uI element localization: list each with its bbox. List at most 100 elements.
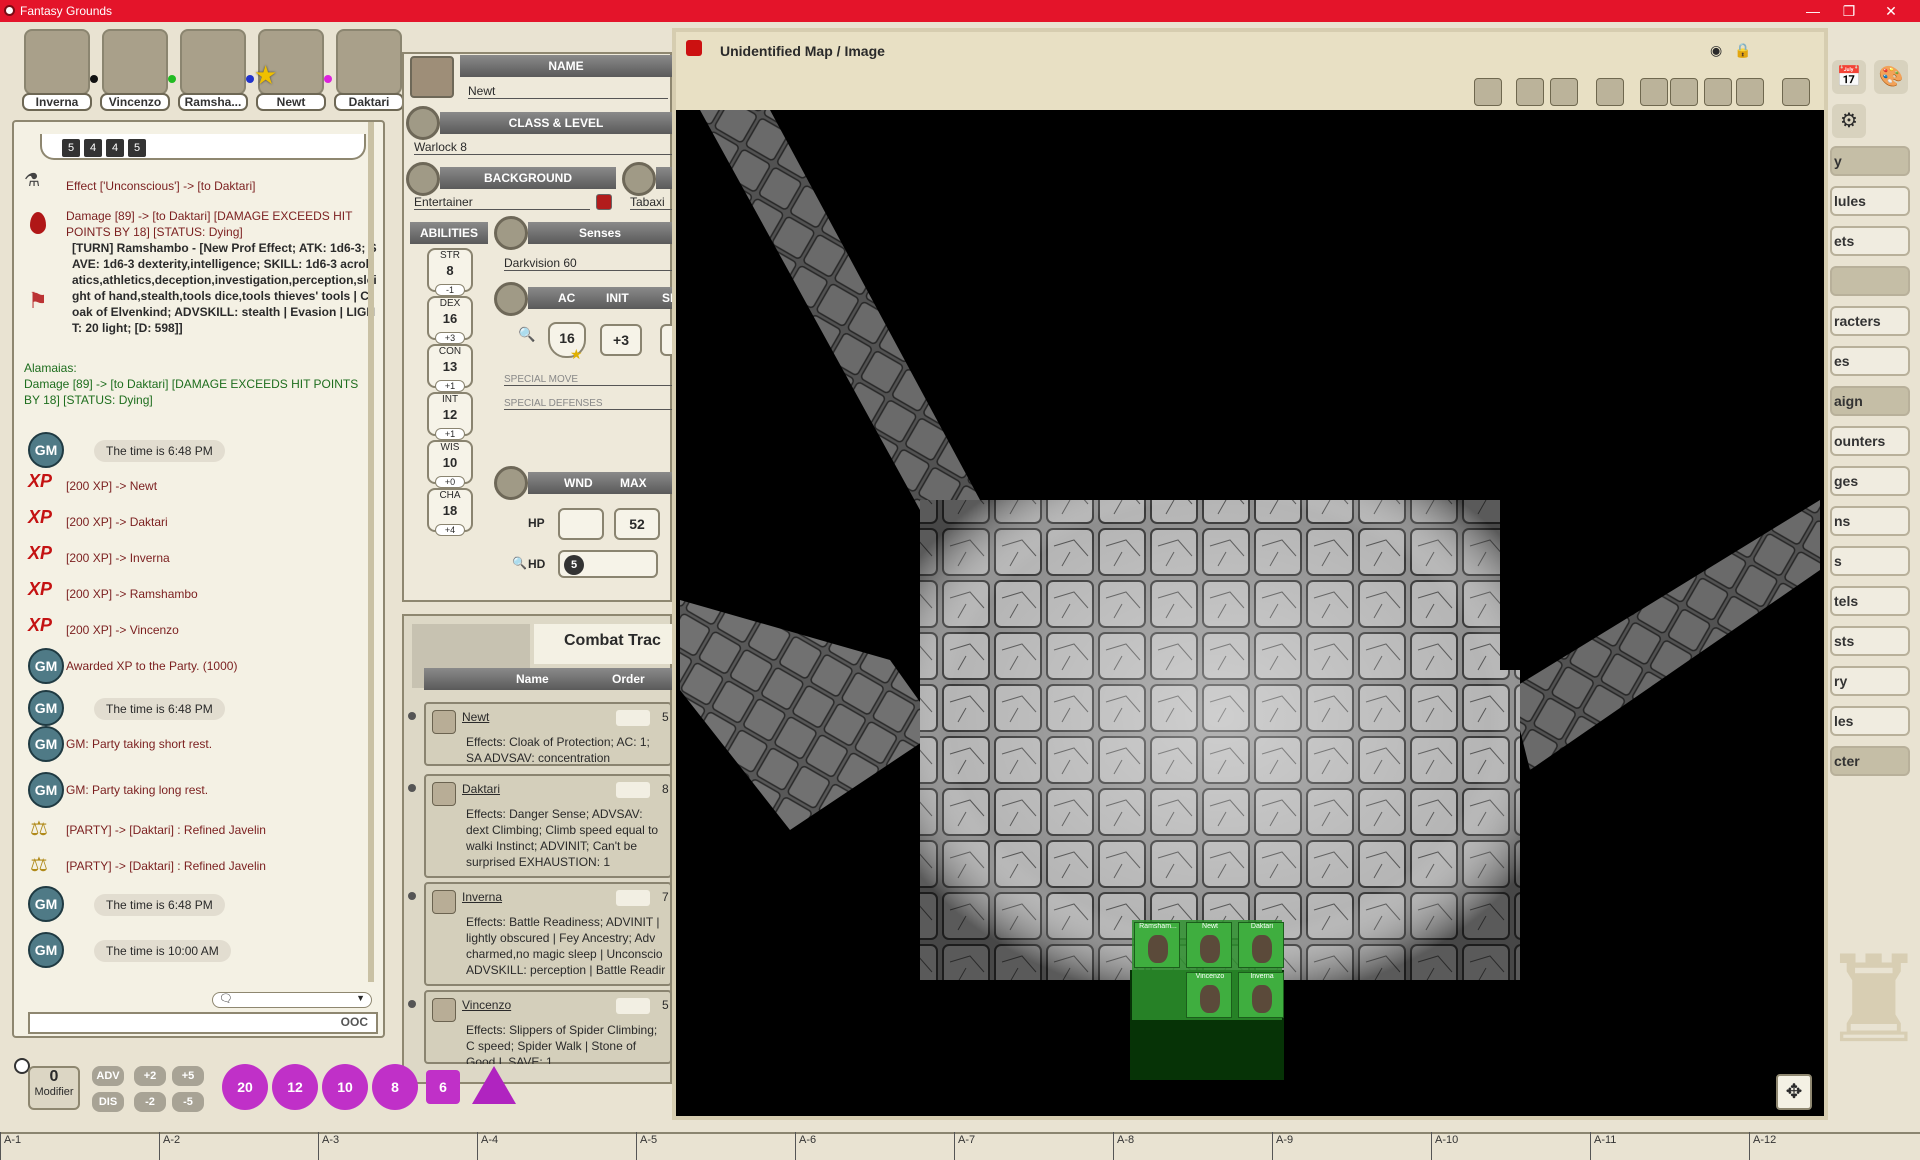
sidebar-item-5[interactable]: racters (1830, 306, 1910, 336)
lock-icon[interactable]: 🔒 (1734, 42, 1751, 59)
row-active-indicator[interactable] (408, 892, 416, 900)
chat-input[interactable]: OOC (28, 1012, 378, 1034)
token-4[interactable]: Vincenzo (1186, 972, 1232, 1018)
background-field[interactable]: Entertainer (414, 195, 590, 210)
initiative-field[interactable]: +3 (600, 324, 642, 356)
d4-die[interactable] (472, 1066, 516, 1104)
portrait-image[interactable] (180, 29, 246, 95)
sidebar-item-14[interactable]: ry (1830, 666, 1910, 696)
combatant-token[interactable] (432, 890, 456, 914)
character-portrait[interactable] (410, 56, 454, 98)
initiative-order[interactable] (616, 782, 650, 798)
portrait-3[interactable]: Ramsha... (178, 29, 254, 111)
sidebar-item-13[interactable]: sts (1830, 626, 1910, 656)
sidebar-item-1[interactable]: y (1830, 146, 1910, 176)
ability-str[interactable]: STR 8 -1 (427, 248, 473, 296)
portrait-image[interactable] (102, 29, 168, 95)
speed-field[interactable] (660, 324, 672, 356)
eraser-icon[interactable] (1550, 78, 1578, 106)
class-level-field[interactable]: Warlock 8 (414, 140, 672, 155)
combatant-name[interactable]: Daktari (462, 782, 500, 796)
modifier-button[interactable]: -5 (172, 1092, 204, 1112)
ability-cha[interactable]: CHA 18 +4 (427, 488, 473, 536)
hit-dice-field[interactable]: 5 (558, 550, 658, 578)
initiative-order[interactable] (616, 710, 650, 726)
combatant-token[interactable] (432, 782, 456, 806)
d12-die[interactable]: 12 (272, 1064, 318, 1110)
row-active-indicator[interactable] (408, 1000, 416, 1008)
d20-die[interactable]: 20 (222, 1064, 268, 1110)
chat-mode-dropdown[interactable]: 🗨 ▼ (212, 992, 372, 1008)
combatant-token[interactable] (432, 998, 456, 1022)
ooc-toggle[interactable]: OOC (341, 1015, 368, 1029)
hit-dice-count[interactable]: 5 (564, 555, 584, 575)
race-field[interactable]: Tabaxi (630, 195, 672, 210)
target-icon[interactable] (1640, 78, 1668, 106)
sidebar-item-11[interactable]: s (1830, 546, 1910, 576)
token-3[interactable]: Daktari (1238, 922, 1284, 968)
map-center-button[interactable]: ✥ (1776, 1074, 1812, 1110)
pencil-icon[interactable] (1516, 78, 1544, 106)
token-5[interactable]: Inverna (1238, 972, 1284, 1018)
sidebar-item-10[interactable]: ns (1830, 506, 1910, 536)
restore-button[interactable]: ❐ (1836, 2, 1862, 20)
combatant-row[interactable]: Vincenzo 5 Effects: Slippers of Spider Cli… (424, 990, 672, 1064)
modifier-button[interactable]: DIS (92, 1092, 124, 1112)
portrait-1[interactable]: Inverna (22, 29, 98, 111)
close-button[interactable]: ✕ (1878, 2, 1904, 20)
flag-icon[interactable] (1704, 78, 1732, 106)
token-1[interactable]: Ramsham... (1134, 922, 1180, 968)
d6-die[interactable]: 6 (426, 1070, 460, 1104)
special-defenses-field[interactable]: SPECIAL DEFENSES (504, 398, 672, 410)
ability-dex[interactable]: DEX 16 +3 (427, 296, 473, 344)
pin-icon[interactable] (1782, 78, 1810, 106)
minimize-button[interactable]: — (1800, 2, 1826, 20)
portrait-5[interactable]: Daktari (334, 29, 404, 111)
background-record-icon[interactable] (596, 194, 612, 210)
calendar-icon[interactable]: 📅 (1832, 60, 1866, 94)
settings-gear-icon[interactable]: ⚙ (1832, 104, 1866, 138)
combatant-name[interactable]: Inverna (462, 890, 502, 904)
palette-icon[interactable]: 🎨 (1874, 60, 1908, 94)
senses-field[interactable]: Darkvision 60 (504, 256, 672, 271)
fullscreen-icon[interactable] (1474, 78, 1502, 106)
sidebar-item-2[interactable]: lules (1830, 186, 1910, 216)
special-move-field[interactable]: SPECIAL MOVE (504, 374, 672, 386)
portrait-image[interactable] (336, 29, 402, 95)
row-active-indicator[interactable] (408, 712, 416, 720)
class-link-icon[interactable] (406, 106, 440, 140)
modifier-box[interactable]: 0 Modifier (28, 1066, 80, 1110)
combatant-row[interactable]: Newt 5 Effects: Cloak of Protection; AC: 1… (424, 702, 672, 766)
sidebar-item-15[interactable]: les (1830, 706, 1910, 736)
sidebar-item-3[interactable]: ets (1830, 226, 1910, 256)
combatant-name[interactable]: Newt (462, 710, 489, 724)
sidebar-item-8[interactable]: ounters (1830, 426, 1910, 456)
combatant-row[interactable]: Daktari 8 Effects: Danger Sense; ADVSAV: d… (424, 774, 672, 878)
modifier-button[interactable]: ADV (92, 1066, 124, 1086)
portrait-2[interactable]: Vincenzo (100, 29, 176, 111)
token-2[interactable]: Newt (1186, 922, 1232, 968)
sidebar-item-4[interactable] (1830, 266, 1910, 296)
sidebar-item-16[interactable]: cter (1830, 746, 1910, 776)
sidebar-item-6[interactable]: es (1830, 346, 1910, 376)
sidebar-item-9[interactable]: ges (1830, 466, 1910, 496)
d10-die[interactable]: 10 (322, 1064, 368, 1110)
hit-dice-search-icon[interactable]: 🔍 (512, 556, 527, 570)
sidebar-item-7[interactable]: aign (1830, 386, 1910, 416)
background-link-icon[interactable] (406, 162, 440, 196)
character-name-field[interactable]: Newt (468, 84, 668, 99)
row-active-indicator[interactable] (408, 784, 416, 792)
ability-wis[interactable]: WIS 10 +0 (427, 440, 473, 488)
crossed-swords-icon[interactable] (1736, 78, 1764, 106)
map-title-bar[interactable]: Unidentified Map / Image ◉ 🔒 (676, 32, 1824, 72)
ability-int[interactable]: INT 12 +1 (427, 392, 473, 440)
wounds-field[interactable] (558, 508, 604, 540)
d8-die[interactable]: 8 (372, 1064, 418, 1110)
combatant-token[interactable] (432, 710, 456, 734)
chat-scrollbar[interactable] (368, 122, 374, 982)
portrait-image[interactable] (24, 29, 90, 95)
combatant-name[interactable]: Vincenzo (462, 998, 511, 1012)
modifier-button[interactable]: +5 (172, 1066, 204, 1086)
players-icon[interactable]: ◉ (1710, 42, 1722, 59)
select-icon[interactable] (1596, 78, 1624, 106)
